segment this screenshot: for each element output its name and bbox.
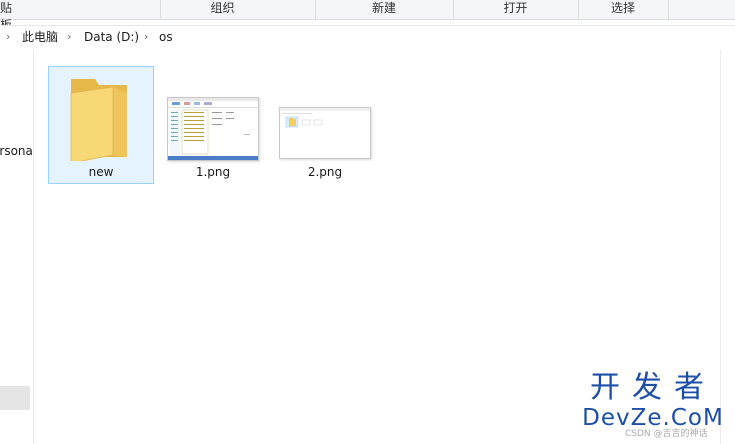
chevron-right-icon[interactable]: › [144,26,148,48]
ribbon-group-select: 选择 [610,1,635,15]
image-thumbnail [167,97,259,161]
ribbon-group-organize: 组织 [210,1,235,15]
chevron-right-icon[interactable]: › [67,26,71,48]
address-bar[interactable]: › 此电脑 › Data (D:) › os [0,25,735,51]
navigation-pane: ersona [0,50,34,444]
ribbon-group-labels: 贴板 组织 新建 打开 选择 [0,0,735,32]
breadcrumb-this-pc[interactable]: 此电脑 [22,26,58,48]
watermark-cn: 开发者 [590,370,716,405]
watermark-logo: 开发者 DevZe.CoM [578,372,728,432]
file-item-2-png[interactable]: 2.png [272,66,378,184]
breadcrumb-drive-d[interactable]: Data (D:) [84,26,139,48]
chevron-right-icon[interactable]: › [6,26,10,48]
file-name: new [88,165,114,179]
ribbon-group-clipboard: 贴板 [0,1,13,32]
ribbon-group-open: 打开 [503,1,528,15]
folder-icon [70,79,127,161]
file-item-1-png[interactable]: 1.png [160,66,266,184]
ribbon-separator [668,0,669,19]
explorer-screenshot-thumbnail-icon [280,108,370,128]
file-name: 1.png [195,165,231,179]
nav-item-selected[interactable] [0,386,30,410]
file-item-new-folder[interactable]: new [48,66,154,184]
watermark-credit: CSDN @吉吉的神话 [625,429,708,439]
explorer-screenshot-thumbnail-icon [168,98,258,160]
nav-item-personal[interactable]: ersona [0,144,33,158]
image-thumbnail [279,107,371,159]
breadcrumb-os[interactable]: os [159,26,173,48]
ribbon-group-new: 新建 [371,1,396,15]
file-name: 2.png [307,165,343,179]
